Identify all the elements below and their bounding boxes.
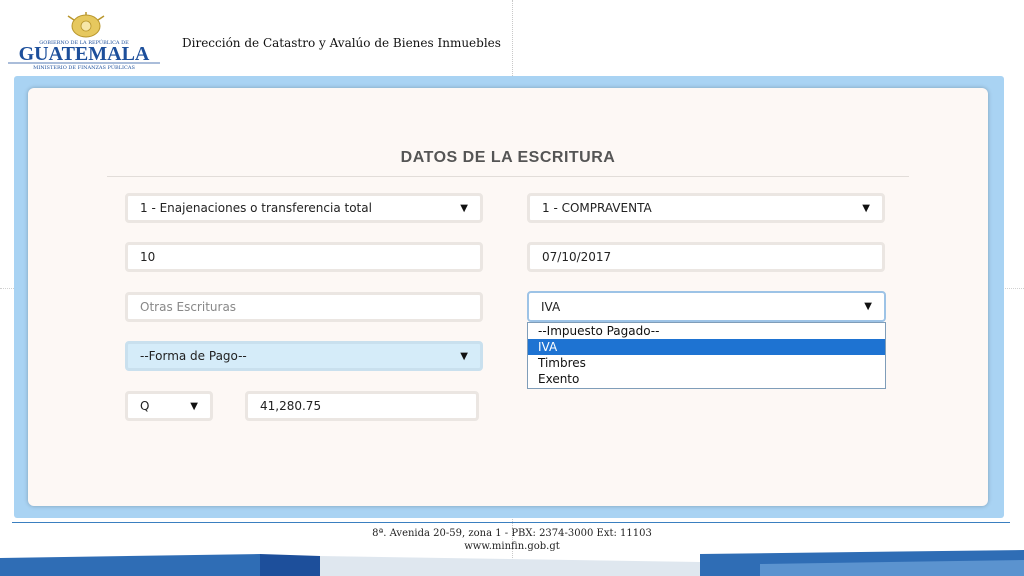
otras-escrituras-input[interactable]: Otras Escrituras: [125, 292, 483, 322]
impuesto-option-selected[interactable]: IVA: [528, 339, 885, 355]
monto-input[interactable]: 41,280.75: [245, 391, 479, 421]
tipo-escritura-select[interactable]: 1 - COMPRAVENTA ▼: [527, 193, 885, 223]
numero-input[interactable]: 10: [125, 242, 483, 272]
tipo-escritura-value: 1 - COMPRAVENTA: [542, 201, 652, 215]
coat-of-arms-icon: [67, 12, 105, 38]
chevron-down-icon: ▼: [864, 301, 872, 312]
section-title: DATOS DE LA ESCRITURA: [400, 149, 616, 166]
header-title: Dirección de Catastro y Avalúo de Bienes…: [182, 36, 501, 50]
chevron-down-icon: ▼: [460, 202, 468, 214]
guatemala-logo: GOBIERNO DE LA REPÚBLICA DE GUATEMALA MI…: [8, 12, 160, 71]
logo-sub-text: MINISTERIO DE FINANZAS PÚBLICAS: [33, 63, 135, 71]
impuesto-option[interactable]: --Impuesto Pagado--: [528, 323, 885, 339]
section-divider: [107, 176, 909, 177]
impuesto-value: IVA: [541, 299, 561, 314]
chevron-down-icon: ▼: [460, 350, 468, 362]
fecha-value: 07/10/2017: [542, 250, 612, 264]
impuesto-dropdown-list: --Impuesto Pagado-- IVA Timbres Exento: [527, 322, 886, 389]
otras-escrituras-placeholder: Otras Escrituras: [140, 300, 237, 314]
moneda-value: Q: [140, 399, 150, 413]
logo-name: GUATEMALA: [19, 43, 150, 65]
fecha-input[interactable]: 07/10/2017: [527, 242, 885, 272]
impuesto-option[interactable]: Timbres: [528, 355, 885, 371]
chevron-down-icon: ▼: [862, 202, 870, 214]
tipo-operacion-value: 1 - Enajenaciones o transferencia total: [140, 201, 372, 215]
footer-address: 8ª. Avenida 20-59, zona 1 - PBX: 2374-30…: [372, 528, 652, 539]
numero-value: 10: [140, 250, 156, 264]
tipo-operacion-select[interactable]: 1 - Enajenaciones o transferencia total …: [125, 193, 483, 223]
chevron-down-icon: ▼: [190, 400, 198, 412]
footer-decoration: [0, 550, 1024, 576]
footer-divider: [12, 522, 1010, 523]
impuesto-option[interactable]: Exento: [528, 371, 885, 387]
forma-pago-select[interactable]: --Forma de Pago-- ▼: [125, 341, 483, 371]
impuesto-select[interactable]: IVA ▼: [527, 291, 886, 322]
monto-value: 41,280.75: [260, 399, 322, 413]
forma-pago-value: --Forma de Pago--: [140, 349, 247, 363]
moneda-select[interactable]: Q ▼: [125, 391, 213, 421]
